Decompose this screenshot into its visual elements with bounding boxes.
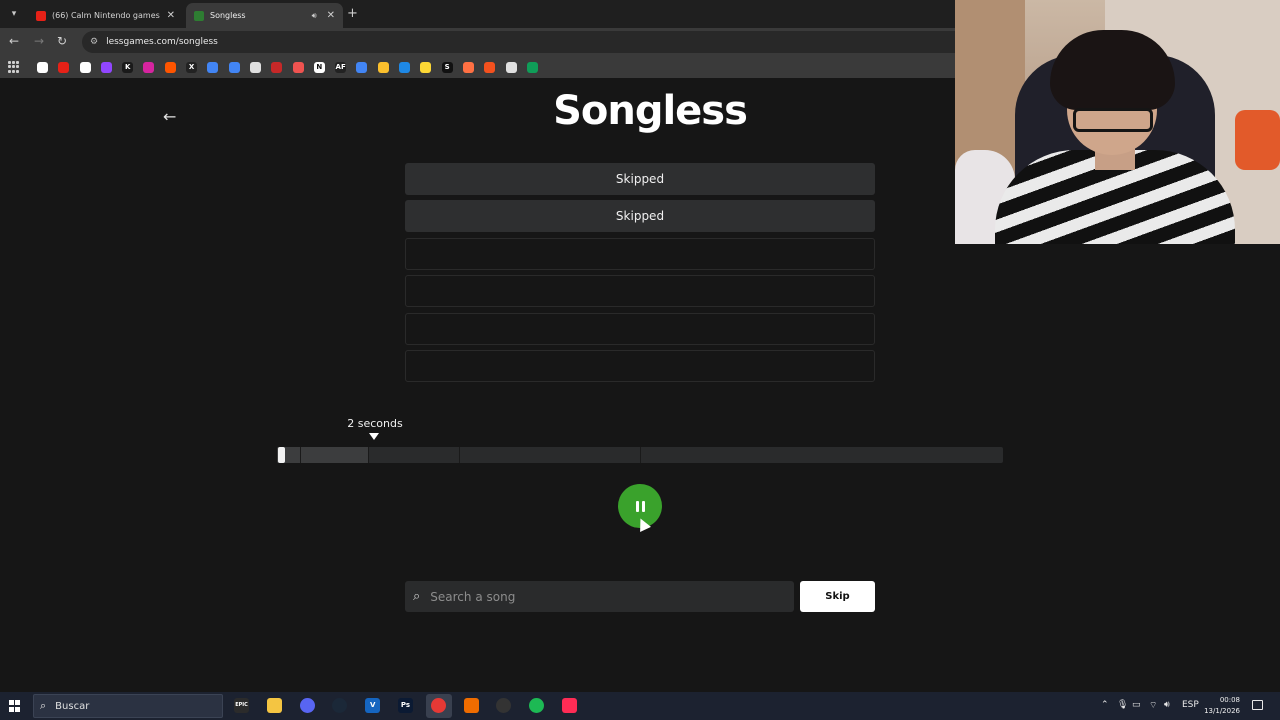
x-icon[interactable]: X bbox=[186, 61, 198, 73]
pause-icon bbox=[635, 500, 645, 512]
gmail-icon[interactable] bbox=[79, 61, 91, 73]
browser-toolbar: ← → ↻ ⚙︎ lessgames.com/songless bbox=[0, 28, 955, 56]
forward-icon[interactable]: → bbox=[34, 34, 44, 48]
twitch-icon[interactable] bbox=[100, 61, 112, 73]
translate-2-icon[interactable] bbox=[356, 61, 368, 73]
snippet-marker-icon bbox=[369, 433, 379, 440]
song-search-box[interactable]: ⌕ bbox=[405, 581, 794, 612]
steam-icon[interactable] bbox=[332, 698, 348, 713]
tab-songless[interactable]: Songless 🔊︎ ✕ bbox=[186, 3, 343, 28]
search-icon: ⌕ bbox=[40, 699, 47, 712]
kick-icon[interactable]: K bbox=[122, 61, 134, 73]
tiktok-icon[interactable] bbox=[562, 698, 577, 713]
taskbar-search[interactable]: ⌕ Buscar bbox=[33, 694, 223, 718]
apps-grid-icon[interactable] bbox=[8, 61, 20, 73]
language-indicator[interactable]: ESP bbox=[1182, 700, 1199, 710]
close-tab-icon[interactable]: ✕ bbox=[167, 10, 175, 21]
volume-icon[interactable]: 🔊︎ bbox=[1164, 700, 1170, 710]
google-icon[interactable] bbox=[37, 61, 48, 73]
songless-icon bbox=[194, 10, 204, 21]
wiki-icon[interactable] bbox=[399, 61, 411, 73]
snippet-segment-divider bbox=[367, 447, 369, 463]
guess-row: Skipped bbox=[405, 200, 875, 232]
back-icon[interactable]: ← bbox=[9, 34, 19, 48]
guess-row bbox=[405, 238, 875, 270]
instagram-icon[interactable] bbox=[143, 61, 155, 73]
playback-position-handle bbox=[278, 447, 285, 463]
guess-row bbox=[405, 350, 875, 382]
snippet-segment-divider bbox=[458, 447, 460, 463]
youtube-icon bbox=[36, 10, 46, 21]
close-tab-icon[interactable]: ✕ bbox=[327, 10, 335, 21]
tag-icon[interactable] bbox=[292, 61, 304, 73]
tab-title: (66) Calm Nintendo games mu bbox=[52, 11, 163, 20]
obs-icon[interactable] bbox=[496, 698, 512, 713]
chrome-icon[interactable] bbox=[430, 698, 446, 713]
soundcloud-icon[interactable] bbox=[164, 61, 176, 73]
sheets-icon[interactable] bbox=[526, 61, 538, 73]
youtube-icon[interactable] bbox=[58, 61, 70, 73]
guess-row bbox=[405, 313, 875, 345]
page-title: Songless bbox=[553, 88, 748, 134]
clock-time: 00:08 bbox=[1219, 696, 1240, 704]
guess-row: Skipped bbox=[405, 163, 875, 195]
snippet-segment-divider bbox=[299, 447, 301, 463]
notifications-icon[interactable] bbox=[1252, 700, 1263, 710]
taskbar: ⌕ Buscar ⌃ 🎙︎ ▭ ⌔ 🔊︎ ESP 00:08 13/1/2026… bbox=[0, 692, 1280, 720]
tab-search-chevron-icon[interactable]: ▾ bbox=[5, 5, 23, 23]
taskbar-search-label: Buscar bbox=[55, 700, 90, 712]
photoshop-icon[interactable]: Ps bbox=[398, 698, 413, 713]
orange-icon[interactable] bbox=[484, 61, 496, 73]
microphone-icon[interactable]: 🎙︎ bbox=[1117, 700, 1128, 710]
new-tab-icon[interactable]: + bbox=[347, 6, 358, 21]
translate-icon[interactable] bbox=[207, 61, 219, 73]
site-info-icon[interactable]: ⚙︎ bbox=[90, 37, 98, 47]
discord-icon[interactable] bbox=[299, 698, 315, 713]
snippet-progress-fill bbox=[277, 447, 368, 463]
reload-icon[interactable]: ↻ bbox=[57, 34, 67, 48]
clock[interactable]: 00:08 13/1/2026 bbox=[1198, 695, 1240, 717]
clock-date: 13/1/2026 bbox=[1204, 707, 1240, 715]
drive-icon[interactable] bbox=[228, 61, 240, 73]
search-icon: ⌕ bbox=[413, 589, 421, 604]
epic-icon[interactable]: EPIC bbox=[234, 698, 249, 713]
coin-icon[interactable] bbox=[420, 61, 432, 73]
snippet-segment-divider bbox=[640, 447, 641, 463]
snippet-duration-label: 2 seconds bbox=[347, 417, 403, 430]
address-bar[interactable]: ⚙︎ lessgames.com/songless bbox=[82, 31, 955, 53]
bookmarks-bar: K X N AF S bbox=[0, 56, 955, 78]
af-icon[interactable]: AF bbox=[335, 61, 347, 73]
network-icon[interactable]: ⌔ bbox=[1149, 700, 1157, 711]
tab-youtube[interactable]: (66) Calm Nintendo games mu ✕ bbox=[28, 3, 183, 28]
notion-icon[interactable]: N bbox=[313, 61, 325, 73]
tray-overflow-icon[interactable]: ⌃ bbox=[1101, 700, 1109, 710]
folder-icon[interactable] bbox=[266, 698, 282, 713]
spotify-icon[interactable] bbox=[529, 698, 545, 713]
windows-start-icon[interactable] bbox=[9, 700, 21, 712]
tab-title: Songless bbox=[210, 11, 246, 20]
skip-button[interactable]: Skip bbox=[800, 581, 875, 612]
guess-row bbox=[405, 275, 875, 307]
circle-icon[interactable] bbox=[462, 61, 474, 73]
layers-icon[interactable] bbox=[249, 61, 261, 73]
snippet-progress-track bbox=[277, 447, 1003, 463]
podcast-icon[interactable] bbox=[505, 61, 517, 73]
yellow-icon[interactable] bbox=[377, 61, 389, 73]
red-square-icon[interactable] bbox=[271, 61, 283, 73]
vegas-icon[interactable]: V bbox=[365, 698, 381, 713]
display-icon[interactable]: ▭ bbox=[1132, 700, 1141, 710]
song-search-input[interactable] bbox=[430, 589, 761, 604]
url-text: lessgames.com/songless bbox=[106, 37, 218, 47]
fl-studio-icon[interactable] bbox=[463, 698, 479, 713]
s-icon[interactable]: S bbox=[441, 61, 453, 73]
speaker-icon[interactable]: 🔊︎ bbox=[312, 11, 317, 21]
